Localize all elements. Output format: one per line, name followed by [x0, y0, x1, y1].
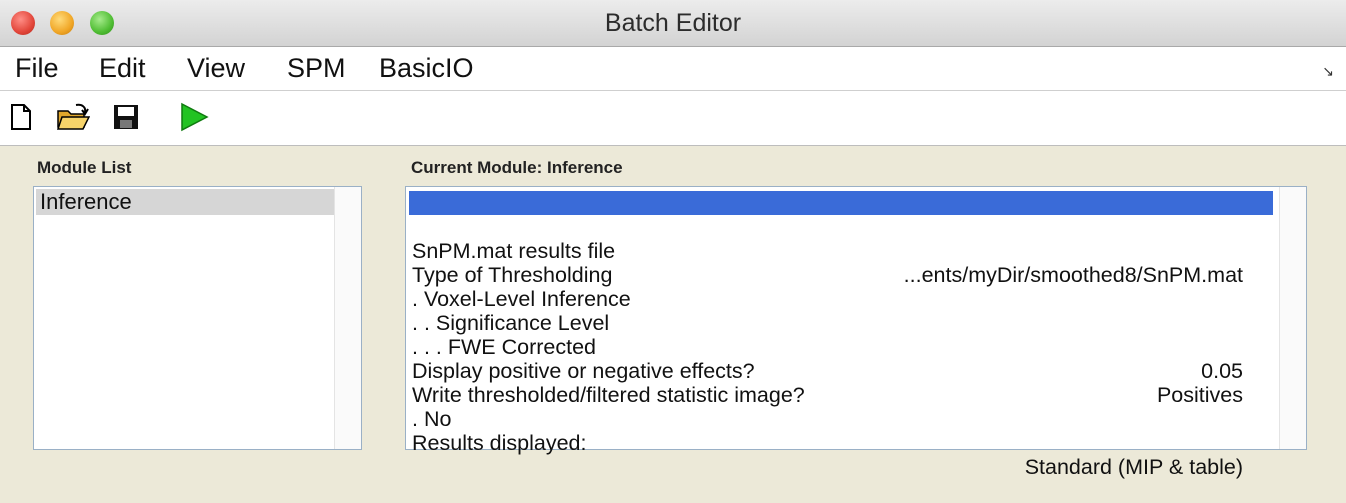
module-list-label: Module List	[37, 158, 132, 177]
row-name: Results displayed:	[412, 431, 587, 455]
module-row[interactable]: Results displayed: Standard (MIP & table…	[409, 407, 1273, 479]
resize-arrow-icon[interactable]: ↘	[1322, 63, 1334, 80]
menu-view[interactable]: View	[187, 53, 245, 84]
module-list-scrollbar[interactable]	[334, 187, 361, 449]
module-row[interactable]: . No	[409, 383, 1273, 431]
module-row[interactable]: Display positive or negative effects? Po…	[409, 335, 1273, 407]
menu-basicio[interactable]: BasicIO	[379, 53, 474, 84]
module-row[interactable]: Type of Thresholding	[409, 239, 1273, 287]
open-folder-icon[interactable]	[56, 103, 91, 136]
module-list[interactable]: Inference	[33, 186, 362, 450]
menu-file[interactable]: File	[15, 53, 59, 84]
module-row[interactable]: . . Significance Level	[409, 287, 1273, 335]
save-icon[interactable]	[112, 103, 140, 136]
module-row[interactable]: SnPM.mat results file ...ents/myDir/smoo…	[409, 215, 1273, 287]
module-list-item[interactable]: Inference	[36, 189, 334, 215]
module-row[interactable]: . Voxel-Level Inference	[409, 263, 1273, 311]
module-row[interactable]: . . . FWE Corrected 0.05	[409, 311, 1273, 383]
run-icon[interactable]	[178, 101, 210, 138]
module-row[interactable]: Write thresholded/filtered statistic ima…	[409, 359, 1273, 407]
window-title: Batch Editor	[604, 9, 742, 37]
current-module-label: Current Module: Inference	[411, 158, 623, 177]
toolbar	[0, 91, 1346, 146]
current-module-list[interactable]: Help on: Inference SnPM.mat results file…	[405, 186, 1307, 479]
row-value: Standard (MIP & table)	[1024, 455, 1243, 479]
new-file-icon[interactable]	[10, 103, 32, 136]
title-bar: Batch Editor	[0, 0, 1346, 47]
current-module-scrollbar[interactable]	[1279, 187, 1306, 449]
module-row[interactable]: Help on: Inference	[409, 191, 1273, 239]
menu-edit[interactable]: Edit	[99, 53, 146, 84]
menu-bar: File Edit View SPM BasicIO ↘	[0, 47, 1346, 91]
menu-spm[interactable]: SPM	[287, 53, 346, 84]
